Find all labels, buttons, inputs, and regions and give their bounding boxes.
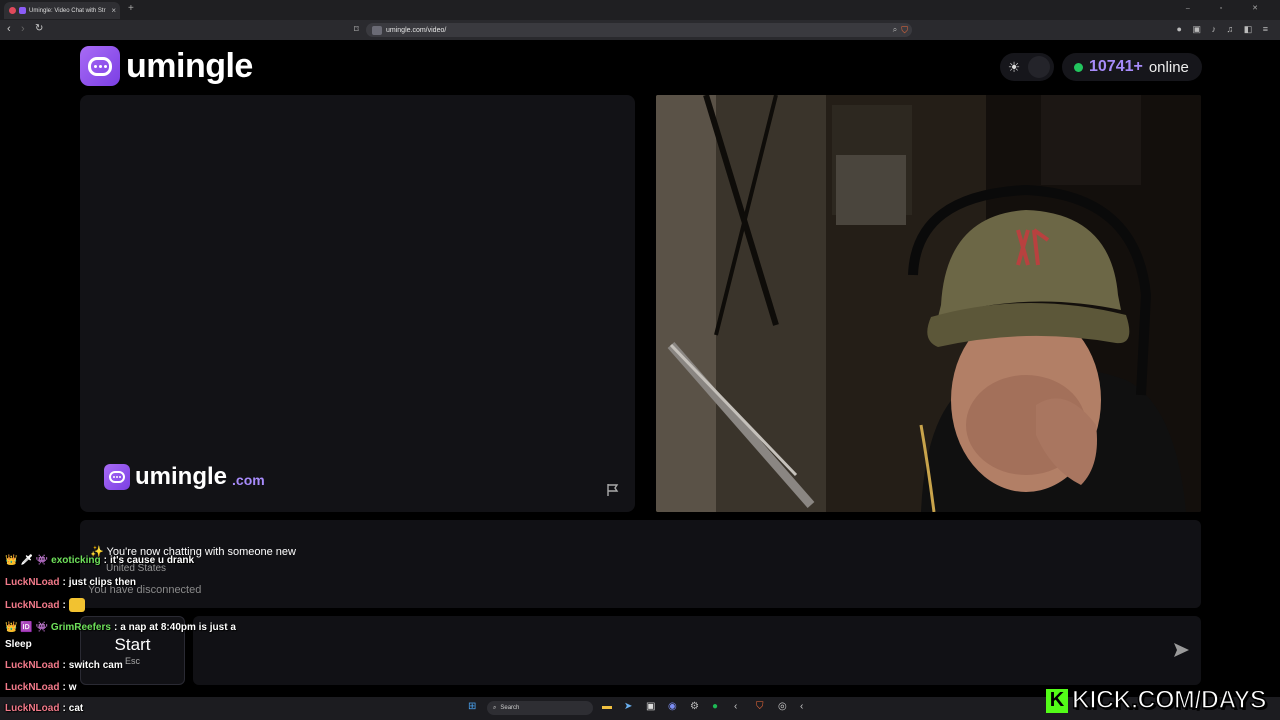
chat-text: cat: [68, 703, 84, 714]
taskbar-search[interactable]: ⌕ Search: [487, 701, 593, 715]
bookmark-icon[interactable]: ⌑: [354, 24, 359, 35]
chat-username: LuckNLoad: [5, 682, 60, 693]
theme-toggle[interactable]: ☀: [1000, 53, 1054, 81]
online-count: 10741+: [1089, 58, 1143, 75]
window-controls[interactable]: ‒ ▫ ✕: [1186, 4, 1272, 12]
taskbar-search-label: Search: [500, 705, 520, 711]
kick-overlay-text: KICK.COM/DAYS: [1071, 685, 1267, 715]
back-icon[interactable]: ‹: [7, 23, 11, 35]
new-tab-button[interactable]: +: [128, 3, 134, 14]
chat-username: LuckNLoad: [5, 703, 60, 714]
site-info-icon[interactable]: [372, 25, 382, 35]
stranger-video-panel: [656, 95, 1201, 512]
extension-icons[interactable]: ● ▣ ♪ ♫ ◧ ≡: [1177, 24, 1272, 35]
tab-close-icon[interactable]: ×: [111, 6, 116, 15]
chat-text: it's cause u drank: [109, 555, 195, 566]
online-label: online: [1148, 58, 1189, 76]
chat-bubble-icon: [80, 46, 120, 86]
chat-overlay-message: Sleep: [5, 639, 32, 650]
tab-title: Umingle: Video Chat with Str: [29, 7, 106, 14]
online-status-dot: [1074, 62, 1083, 72]
settings-gear-icon[interactable]: ⚙: [690, 701, 699, 712]
chat-status-box: [80, 520, 1201, 608]
brave-favicon-icon: [9, 7, 16, 14]
kick-overlay: K KICK.COM/DAYS: [1046, 685, 1267, 715]
start-button-label[interactable]: Start: [80, 635, 185, 655]
report-flag-icon[interactable]: [606, 483, 620, 497]
chat-badges: 👑 🆔 👾: [5, 622, 48, 633]
chat-username: LuckNLoad: [5, 599, 60, 611]
umingle-favicon-icon: [19, 7, 26, 14]
site-logo[interactable]: umingle: [80, 46, 253, 86]
app-icon[interactable]: ‹: [800, 701, 803, 712]
watermark-tld: .com: [232, 472, 265, 488]
url-text: umingle.com/video/: [386, 26, 447, 34]
online-counter: 10741+ online: [1062, 53, 1202, 81]
chat-overlay-message: 👑 🗡 👾 exoticking: it's cause u drank: [5, 555, 195, 566]
kick-logo-icon: K: [1046, 688, 1068, 713]
brave-browser-icon[interactable]: ⛉: [756, 701, 764, 712]
webcam-feed-image: [656, 95, 1201, 512]
send-icon[interactable]: [1173, 642, 1190, 658]
logo-text: umingle: [126, 46, 253, 85]
windows-start-icon[interactable]: ⊞: [468, 701, 476, 712]
chat-overlay-message: LuckNLoad: just clips then: [5, 577, 137, 588]
sun-icon: ☀: [1007, 58, 1021, 75]
zoom-icon[interactable]: ⌕: [893, 25, 897, 35]
chat-text: w: [68, 682, 77, 693]
video-watermark: umingle .com: [104, 463, 265, 491]
browser-tab-bar: [0, 0, 1280, 20]
browser-tab[interactable]: Umingle: Video Chat with Str ×: [4, 2, 120, 19]
chat-overlay-message: LuckNLoad: cat: [5, 703, 84, 714]
message-input[interactable]: [193, 616, 1201, 685]
search-icon: ⌕: [493, 704, 497, 711]
chat-bubble-icon: [104, 464, 130, 490]
toggle-knob: [1028, 56, 1050, 78]
chat-text: switch cam: [68, 660, 123, 671]
chat-username: LuckNLoad: [5, 660, 60, 671]
chat-username: exoticking: [51, 555, 101, 566]
telegram-icon[interactable]: ➤: [624, 701, 632, 712]
chat-username: GrimReefers: [50, 622, 111, 633]
chat-username: LuckNLoad: [5, 577, 60, 588]
chat-overlay-message: LuckNLoad: switch cam: [5, 660, 123, 671]
chat-text: Sleep: [5, 639, 32, 650]
brave-shield-icon[interactable]: ⛉: [901, 25, 908, 36]
app-icon[interactable]: ‹: [734, 701, 737, 712]
watermark-name: umingle: [135, 463, 228, 490]
chat-overlay-message: 👑 🆔 👾 GrimReefers: a nap at 8:40pm is ju…: [5, 622, 236, 633]
app-icon[interactable]: ▣: [646, 701, 655, 712]
chat-overlay-message: LuckNLoad: w: [5, 682, 77, 693]
forward-icon[interactable]: ›: [21, 23, 25, 35]
discord-icon[interactable]: ◉: [668, 701, 677, 712]
chat-badges: 👑 🗡 👾: [5, 555, 49, 566]
chat-emote-icon: [68, 598, 85, 612]
app-icon[interactable]: ◎: [778, 701, 787, 712]
reload-icon[interactable]: ↻: [35, 23, 43, 34]
file-explorer-icon[interactable]: ▬: [602, 701, 612, 712]
address-bar[interactable]: umingle.com/video/ ⌕ ⛉: [366, 23, 912, 37]
own-video-panel: [80, 95, 635, 512]
chat-text: just clips then: [68, 577, 137, 588]
spotify-icon[interactable]: ●: [712, 701, 718, 712]
chat-overlay-message: LuckNLoad:: [5, 598, 85, 612]
chat-text: a nap at 8:40pm is just a: [120, 622, 236, 633]
